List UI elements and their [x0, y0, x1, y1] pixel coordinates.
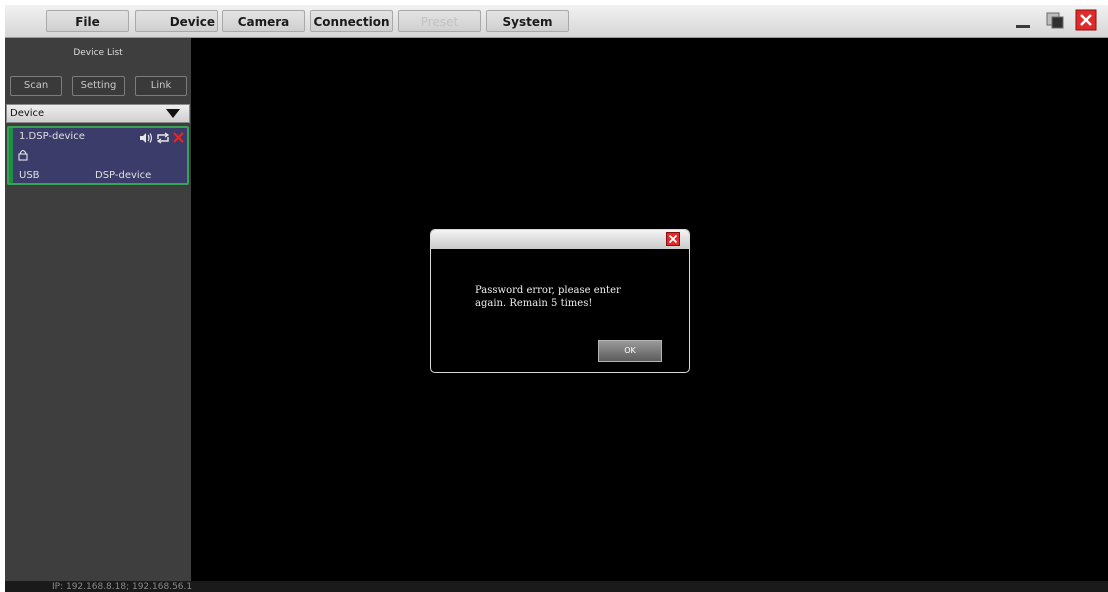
menu-system[interactable]: System	[486, 10, 569, 32]
ip-address-text: IP: 192.168.8.18; 192.168.56.1	[52, 582, 193, 592]
speaker-icon[interactable]	[139, 132, 153, 144]
menu-device[interactable]: Device	[135, 10, 218, 32]
close-button[interactable]	[1075, 9, 1097, 31]
device-list-title: Device List	[73, 48, 123, 58]
triangle-down-icon	[166, 109, 180, 118]
setting-button[interactable]: Setting	[72, 76, 125, 96]
menu-bar: File Device Camera Connection Preset Sys…	[5, 5, 1108, 38]
device-interface: USB	[19, 170, 40, 181]
delete-icon[interactable]	[173, 132, 184, 143]
device-sidebar: Device List Scan Setting Link Device 1.D…	[5, 38, 191, 581]
lock-icon	[18, 149, 28, 161]
menu-connection[interactable]: Connection	[310, 10, 393, 32]
scan-button[interactable]: Scan	[10, 76, 62, 96]
password-error-dialog: Password error, please enter again. Rema…	[430, 229, 690, 373]
device-name: 1.DSP-device	[19, 131, 85, 142]
dialog-message-line: Password error, please enter	[475, 285, 621, 296]
link-button[interactable]: Link	[135, 76, 187, 96]
menu-camera[interactable]: Camera	[222, 10, 305, 32]
application-window: File Device Camera Connection Preset Sys…	[5, 5, 1108, 592]
device-model: DSP-device	[95, 170, 152, 181]
restore-icon	[1046, 12, 1064, 29]
status-bar: IP: 192.168.8.18; 192.168.56.1	[5, 581, 1108, 592]
ok-button[interactable]: OK	[598, 340, 662, 362]
dialog-titlebar	[431, 230, 689, 249]
dialog-close-icon[interactable]	[666, 232, 680, 246]
minimize-button[interactable]	[1012, 9, 1034, 31]
refresh-icon[interactable]	[156, 132, 170, 144]
device-type-dropdown[interactable]: Device	[6, 104, 190, 123]
dialog-message: Password error, please enter again. Rema…	[475, 284, 675, 310]
restore-button[interactable]	[1044, 9, 1066, 31]
menu-file[interactable]: File	[46, 10, 129, 32]
close-icon	[1075, 9, 1097, 31]
device-card[interactable]: 1.DSP-device USB DSP-device	[7, 126, 189, 185]
dialog-message-line: again. Remain 5 times!	[475, 298, 593, 309]
menu-preset[interactable]: Preset	[398, 10, 481, 32]
device-dropdown-label: Device	[10, 108, 45, 119]
minimize-icon	[1016, 25, 1030, 28]
